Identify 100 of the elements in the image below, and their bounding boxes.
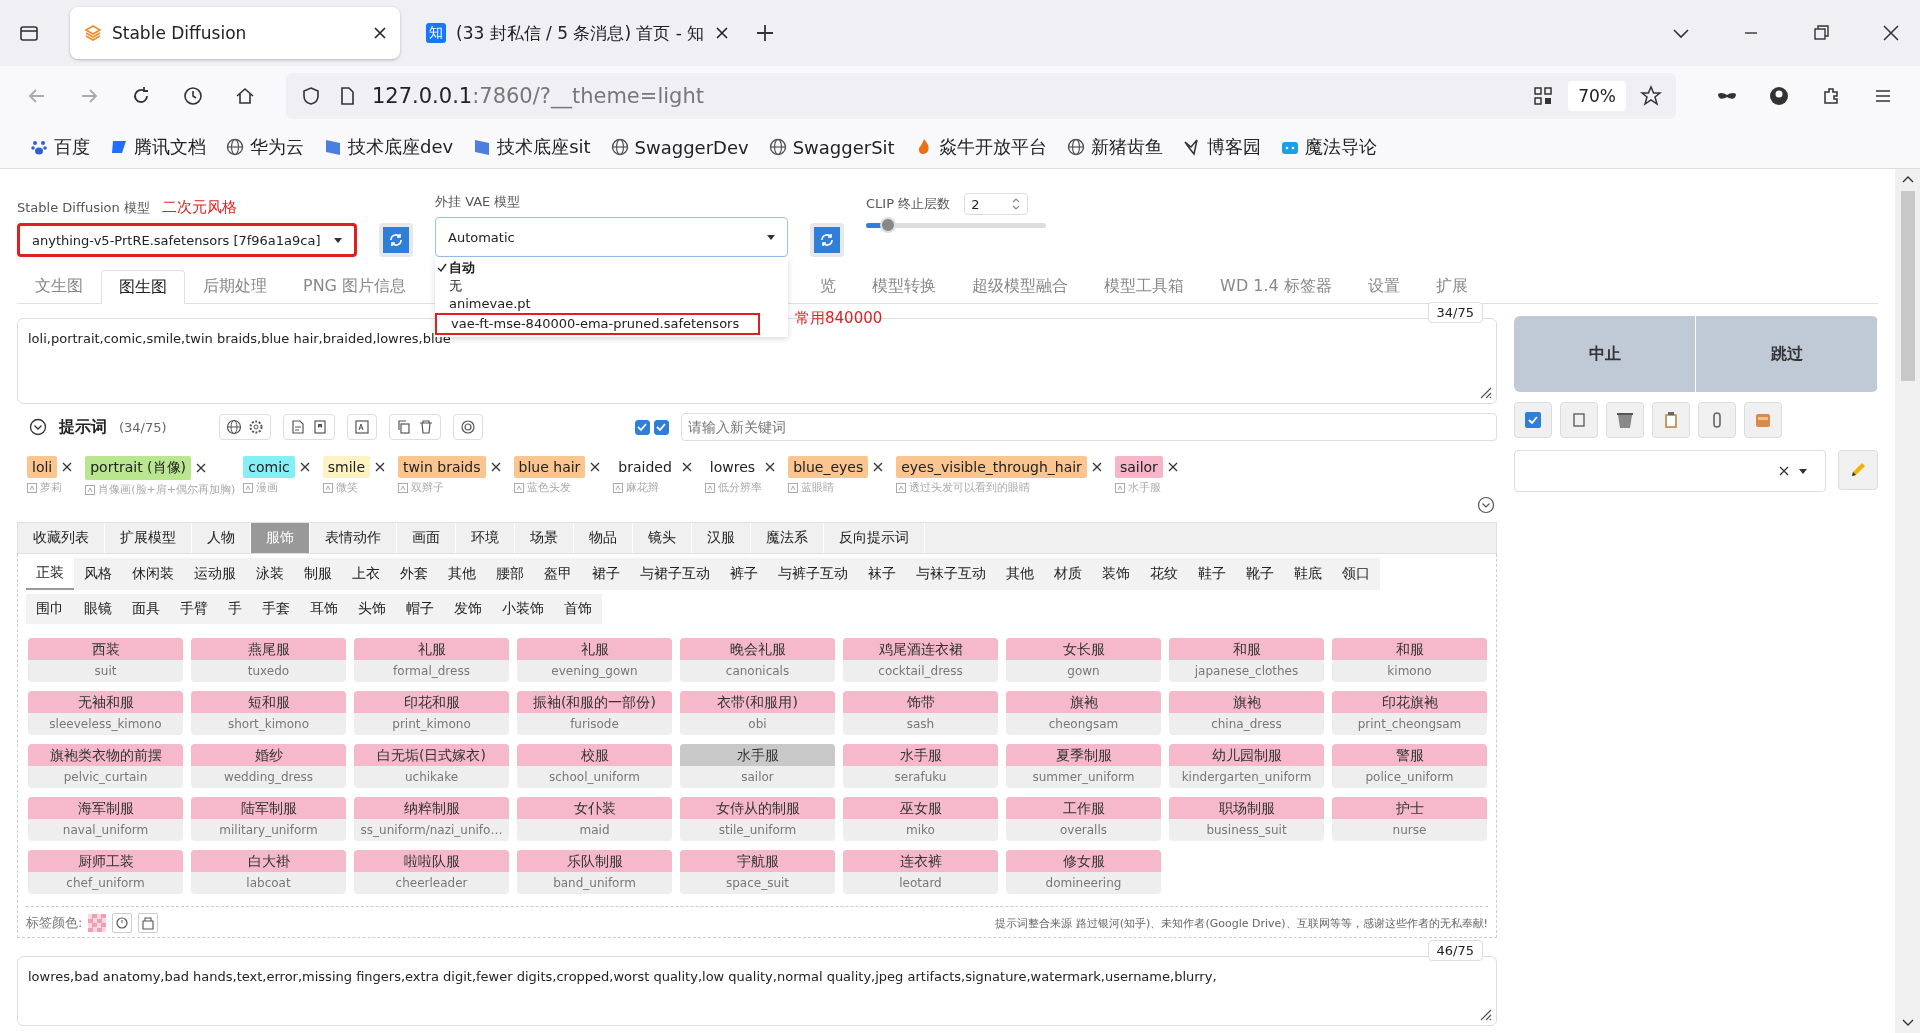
tab[interactable]: 扩展 [1417, 269, 1486, 303]
remove-icon[interactable] [299, 462, 310, 472]
document-icon[interactable] [289, 419, 306, 435]
qr-code-icon[interactable] [1532, 85, 1555, 107]
address-bar[interactable]: 127.0.0.1:7860/?__theme=light 70% [286, 73, 1676, 119]
tab[interactable]: WD 1.4 标签器 [1202, 269, 1350, 303]
save-icon[interactable] [138, 913, 159, 933]
keyword-button[interactable]: 夏季制服 summer_uniform [1006, 744, 1161, 788]
menu-item[interactable]: animevae.pt [435, 295, 788, 313]
tag-chip[interactable]: loli [27, 456, 58, 478]
category-tab[interactable]: 扩展模型 [105, 523, 192, 553]
number-field[interactable]: 2 [964, 193, 1029, 215]
tag-chip[interactable]: twin braids [398, 456, 486, 478]
keyword-button[interactable]: 水手服 sailor [680, 744, 835, 788]
subcategory-tab[interactable]: 盔甲 [534, 558, 582, 590]
subcategory-tab[interactable]: 其他 [996, 558, 1044, 590]
keyword-button[interactable]: 短和服 short_kimono [191, 691, 346, 735]
tag-chip[interactable]: comic [243, 456, 295, 478]
subcategory-tab[interactable]: 小装饰 [492, 594, 554, 624]
avatar-icon[interactable] [1768, 85, 1790, 107]
subcategory-tab[interactable]: 围巾 [26, 594, 74, 624]
category-tab[interactable]: 表情动作 [310, 523, 397, 553]
category-tab[interactable]: 反向提示词 [824, 523, 925, 553]
keyword-button[interactable]: 陆军制服 military_uniform [191, 797, 346, 841]
settings-icon[interactable] [247, 419, 264, 435]
keyword-button[interactable]: 海军制服 naval_uniform [28, 797, 183, 841]
subcategory-tab[interactable]: 头饰 [348, 594, 396, 624]
keyword-button[interactable]: 印花旗袍 print_cheongsam [1332, 691, 1487, 735]
subcategory-tab[interactable]: 泳装 [246, 558, 294, 590]
translate-icon[interactable] [353, 419, 370, 435]
vae-select[interactable]: Automatic [435, 217, 788, 257]
keyword-button[interactable]: 警服 police_uniform [1332, 744, 1487, 788]
keyword-button[interactable]: 水手服 serafuku [843, 744, 998, 788]
new-tab-icon[interactable] [754, 22, 776, 44]
keyword-button[interactable]: 白大褂 labcoat [191, 850, 346, 894]
bookmark[interactable]: SwaggerDev [610, 136, 749, 158]
keyword-button[interactable]: 旗袍 cheongsam [1006, 691, 1161, 735]
category-tab[interactable]: 收藏列表 [18, 523, 105, 553]
keyword-button[interactable]: 女仆装 maid [517, 797, 672, 841]
category-tab[interactable]: 物品 [574, 523, 633, 553]
browser-tab[interactable]: 知 (33 封私信 / 5 条消息) 首页 - 知 [412, 7, 742, 59]
zoom-level[interactable]: 70% [1568, 81, 1626, 111]
bookmark[interactable]: 百度 [30, 135, 90, 159]
subcategory-tab[interactable]: 花纹 [1140, 558, 1188, 590]
remove-icon[interactable] [590, 462, 601, 472]
skip-button[interactable]: 跳过 [1696, 316, 1878, 392]
tab[interactable]: 模型转换 [854, 269, 955, 303]
subcategory-tab[interactable]: 领口 [1332, 558, 1380, 590]
remove-icon[interactable] [62, 462, 73, 472]
collapse-icon[interactable] [29, 418, 47, 436]
bookmark[interactable]: 技术底座dev [324, 135, 454, 159]
category-tab[interactable]: 场景 [515, 523, 574, 553]
keyword-button[interactable]: 幼儿园制服 kindergarten_uniform [1169, 744, 1324, 788]
spinner-icon[interactable] [1011, 197, 1022, 211]
menu-item[interactable]: 自动 [435, 259, 788, 277]
close-icon[interactable] [374, 27, 386, 39]
category-tab[interactable]: 环境 [456, 523, 515, 553]
category-tab[interactable]: 镜头 [633, 523, 692, 553]
keyword-button[interactable]: 和服 kimono [1332, 638, 1487, 682]
subcategory-tab[interactable]: 材质 [1044, 558, 1092, 590]
color-swatch[interactable] [88, 914, 107, 932]
keyword-button[interactable]: 纳粹制服 ss_uniform/nazi_unifo… [354, 797, 509, 841]
tab[interactable]: 后期处理 [185, 269, 285, 303]
checkbox-button[interactable] [1514, 402, 1552, 438]
keyword-button[interactable]: 礼服 evening_gown [517, 638, 672, 682]
bookmark[interactable]: 魔法导论 [1280, 135, 1377, 159]
home-icon[interactable] [234, 85, 256, 107]
subcategory-tab[interactable]: 帽子 [396, 594, 444, 624]
subcategory-tab[interactable]: 手套 [252, 594, 300, 624]
subcategory-tab[interactable]: 面具 [122, 594, 170, 624]
keyword-button[interactable]: 和服 japanese_clothes [1169, 638, 1324, 682]
negative-prompt-textarea[interactable]: lowres,bad anatomy,bad hands,text,error,missing fingers,extra digit,fewer digits,cropped,worst quality,low quality,normal quality,jpeg artifacts,signature,watermark,username,blurry, [17, 956, 1497, 1026]
bookmark[interactable]: 焱牛开放平台 [914, 135, 1047, 159]
refresh-button[interactable] [810, 223, 844, 257]
remove-icon[interactable] [681, 462, 692, 472]
keyword-button[interactable]: 旗袍 china_dress [1169, 691, 1324, 735]
bookmark[interactable]: SwaggerSit [768, 136, 895, 158]
tag-chip[interactable]: blue_eyes [788, 456, 869, 478]
bookmark[interactable]: 技术底座sit [473, 135, 591, 159]
subcategory-tab[interactable]: 装饰 [1092, 558, 1140, 590]
menu-item[interactable]: 无 [435, 277, 788, 295]
keyword-button[interactable]: 鸡尾酒连衣裙 cocktail_dress [843, 638, 998, 682]
scroll-down-icon[interactable] [1901, 1019, 1914, 1027]
keyword-button[interactable]: 衣带(和服用) obi [680, 691, 835, 735]
subcategory-tab[interactable]: 腰部 [486, 558, 534, 590]
stop-button[interactable]: 中止 [1514, 316, 1696, 392]
subcategory-tab[interactable]: 裙子 [582, 558, 630, 590]
subcategory-tab[interactable]: 与袜子互动 [906, 558, 996, 590]
remove-icon[interactable] [375, 462, 386, 472]
scroll-up-icon[interactable] [1901, 175, 1914, 183]
keyword-button[interactable]: 修女服 domineering [1006, 850, 1161, 894]
keyword-button[interactable]: 振袖(和服的一部份) furisode [517, 691, 672, 735]
keyword-button[interactable]: 婚纱 wedding_dress [191, 744, 346, 788]
subcategory-tab[interactable]: 鞋子 [1188, 558, 1236, 590]
keyword-button[interactable]: 晚会礼服 canonicals [680, 638, 835, 682]
keyword-button[interactable]: 厨师工装 chef_uniform [28, 850, 183, 894]
keyword-button[interactable]: 职场制服 business_suit [1169, 797, 1324, 841]
trash-icon[interactable] [417, 419, 434, 435]
tag-chip[interactable]: eyes_visible_through_hair [896, 456, 1087, 478]
expand-icon[interactable] [1477, 496, 1495, 514]
